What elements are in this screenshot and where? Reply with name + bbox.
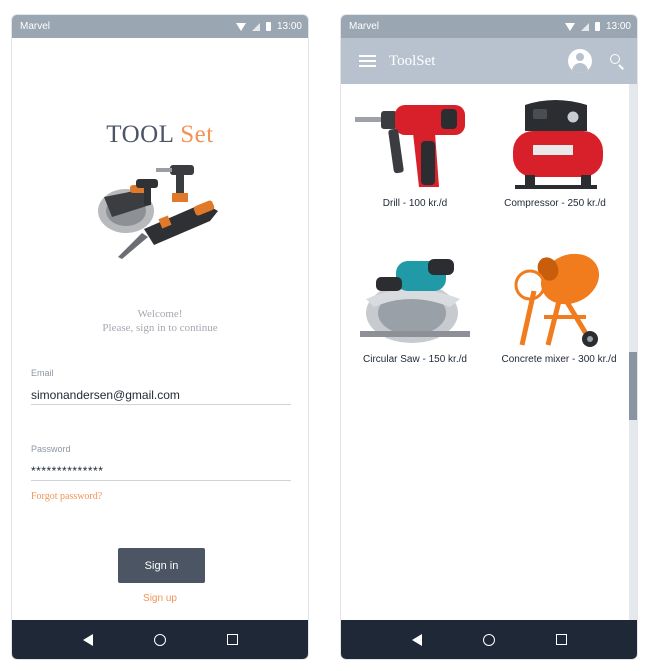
tool-card-compressor[interactable]: Compressor - 250 kr./d (485, 95, 625, 209)
search-icon[interactable] (610, 53, 625, 70)
android-nav-bar (12, 620, 308, 659)
battery-icon (265, 22, 271, 31)
signal-icon (580, 22, 589, 31)
tool-card-circular-saw[interactable]: Circular Saw - 150 kr./d (345, 251, 485, 365)
tool-label: Compressor - 250 kr./d (504, 198, 606, 209)
app-bar: ToolSet (341, 38, 637, 84)
scrollbar-thumb[interactable] (629, 352, 637, 420)
home-icon[interactable] (482, 633, 495, 646)
circular-saw-image (360, 259, 470, 343)
recent-apps-icon[interactable] (555, 634, 567, 645)
android-nav-bar (341, 620, 637, 659)
signal-icon (251, 22, 260, 31)
clock-label: 13:00 (605, 21, 631, 32)
catalog-screen: Marvel 13:00 ToolSet Drill - 100 kr./d C… (340, 14, 638, 660)
compressor-image (513, 100, 603, 189)
sign-up-link[interactable]: Sign up (12, 593, 308, 604)
welcome-subtitle: Please, sign in to continue (102, 322, 218, 334)
logo-part-set: Set (180, 121, 214, 148)
email-label: Email (31, 368, 54, 378)
status-bar: Marvel 13:00 (341, 15, 637, 38)
wifi-icon (235, 22, 246, 31)
wifi-icon (564, 22, 575, 31)
password-field[interactable]: ************** (31, 464, 103, 478)
power-tools-image (98, 165, 218, 259)
carrier-label: Marvel (349, 21, 380, 32)
email-underline (31, 404, 291, 405)
sign-in-button[interactable]: Sign in (118, 548, 205, 583)
password-label: Password (31, 444, 71, 454)
status-bar: Marvel 13:00 (12, 15, 308, 38)
welcome-text: Welcome! Please, sign in to continue (12, 307, 308, 335)
home-icon[interactable] (153, 633, 166, 646)
login-screen: Marvel 13:00 TOOL Set Welcome! Please, s… (11, 14, 309, 660)
back-icon[interactable] (411, 633, 422, 646)
status-icons: 13:00 (235, 21, 302, 32)
app-logo: TOOL Set (12, 121, 308, 149)
forgot-password-link[interactable]: Forgot password? (31, 491, 102, 502)
tool-label: Circular Saw - 150 kr./d (363, 354, 467, 365)
tool-card-drill[interactable]: Drill - 100 kr./d (345, 95, 485, 209)
status-icons: 13:00 (564, 21, 631, 32)
carrier-label: Marvel (20, 21, 51, 32)
recent-apps-icon[interactable] (226, 634, 238, 645)
avatar-icon[interactable] (568, 49, 592, 73)
tool-label: Concrete mixer - 300 kr./d (501, 354, 617, 365)
app-title: ToolSet (389, 52, 436, 69)
clock-label: 13:00 (276, 21, 302, 32)
logo-part-tool: TOOL (106, 121, 174, 148)
battery-icon (594, 22, 600, 31)
tool-label: Drill - 100 kr./d (382, 198, 448, 209)
back-icon[interactable] (82, 633, 93, 646)
email-field[interactable]: simonandersen@gmail.com (31, 388, 180, 402)
drill-image (355, 105, 465, 187)
password-underline (31, 480, 291, 481)
welcome-title: Welcome! (137, 308, 183, 320)
menu-icon[interactable] (359, 55, 376, 67)
tool-card-concrete-mixer[interactable]: Concrete mixer - 300 kr./d (489, 251, 629, 365)
concrete-mixer-image (514, 253, 600, 347)
